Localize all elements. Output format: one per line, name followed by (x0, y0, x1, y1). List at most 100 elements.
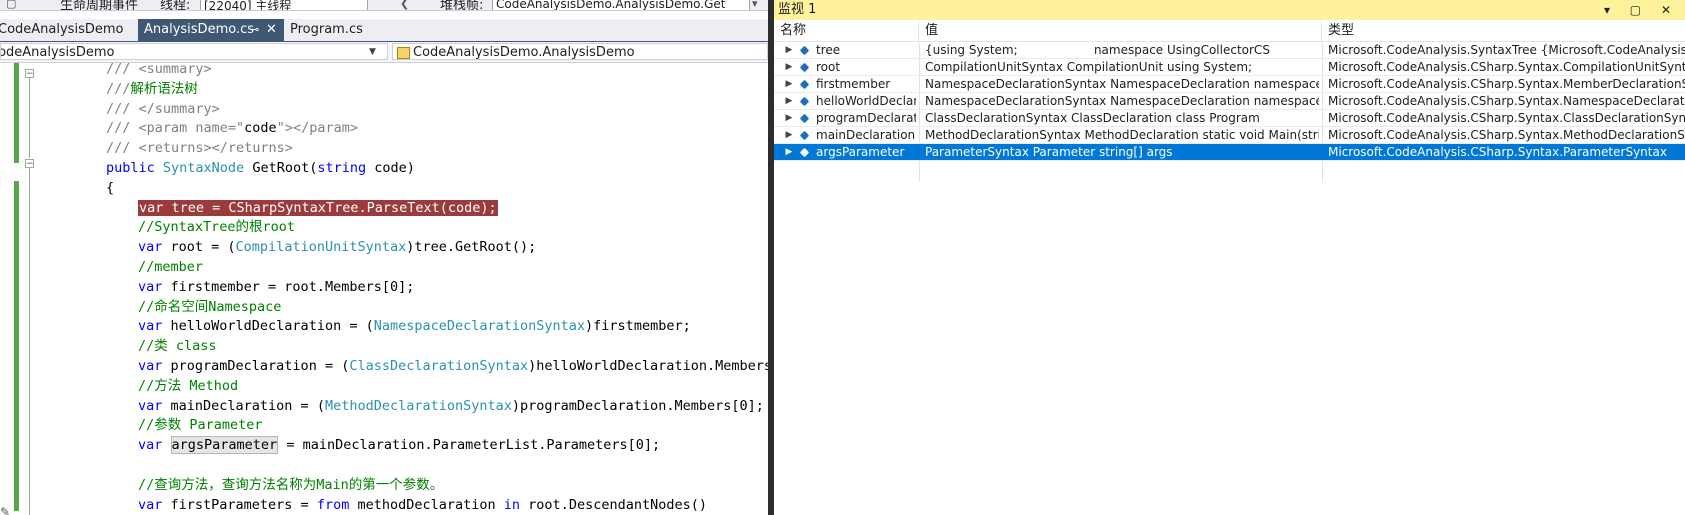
code-line[interactable]: public SyntaxNode GetRoot(string code) (106, 159, 415, 178)
code-token: )tree.GetRoot(); (406, 239, 537, 256)
watch-value[interactable]: CompilationUnitSyntax CompilationUnit us… (925, 59, 1319, 76)
code-token: )firstmember; (585, 318, 691, 335)
watch-row-helloWorldDeclarat[interactable]: ▶ helloWorldDeclarat NamespaceDeclarationS… (774, 93, 1685, 110)
code-line[interactable]: /// <returns></returns> (106, 139, 293, 158)
code-token: GetRoot( (244, 160, 318, 176)
watch-value[interactable]: MethodDeclarationSyntax MethodDeclaratio… (925, 127, 1319, 144)
column-header-type[interactable]: 类型 (1322, 21, 1685, 41)
code-line[interactable]: /// </summary> (106, 100, 220, 119)
fold-toggle[interactable]: − (25, 69, 34, 79)
code-line[interactable]: var tree = CSharpSyntaxTree.ParseText(co… (138, 199, 498, 218)
thread-label: 线程: (160, 0, 191, 11)
code-token: //member (138, 259, 204, 275)
code-line[interactable]: var mainDeclaration = (MethodDeclaration… (138, 397, 764, 416)
code-token: 解析语法树 (130, 80, 198, 97)
toolbar-overflow-icon[interactable]: ▾ (752, 0, 758, 10)
watch-row-mainDeclaration[interactable]: ▶ mainDeclaration MethodDeclarationSyntax … (774, 127, 1685, 144)
code-token: var tree = CSharpSyntaxTree.ParseText(co… (138, 199, 498, 216)
column-header-name[interactable]: 名称 (774, 21, 919, 41)
lifecycle-icon[interactable]: ▢ (6, 0, 16, 10)
pin-icon[interactable]: ⊸ (250, 19, 259, 41)
code-line[interactable]: var root = (CompilationUnitSyntax)tree.G… (138, 238, 536, 257)
code-line[interactable]: var programDeclaration = (ClassDeclarati… (138, 357, 768, 376)
watch-value[interactable]: NamespaceDeclarationSyntax NamespaceDecl… (925, 93, 1319, 110)
watch-row-root[interactable]: ▶ root CompilationUnitSyntax CompilationUn… (774, 59, 1685, 76)
lifecycle-events-label[interactable]: 生命周期事件 (60, 0, 138, 10)
watch-name[interactable]: argsParameter (816, 144, 916, 161)
tab-label: AnalysisDemo.cs (144, 22, 255, 37)
code-line[interactable]: //查询方法，查询方法名称为Main的第一个参数。 (138, 476, 443, 495)
object-icon (799, 42, 811, 59)
code-line[interactable]: var helloWorldDeclaration = (NamespaceDe… (138, 317, 691, 336)
watch-value[interactable]: NamespaceDeclarationSyntax NamespaceDecl… (925, 76, 1319, 93)
code-token: //SyntaxTree的根root (138, 219, 296, 236)
watch-type: Microsoft.CodeAnalysis.CSharp.Syntax.Cla… (1328, 111, 1685, 125)
code-token: //类 class (138, 338, 217, 355)
expand-arrow-icon[interactable]: ▶ (784, 110, 794, 127)
breakpoint-gutter[interactable] (0, 63, 14, 515)
watch-value[interactable]: {using System; namespace UsingCollectorC… (925, 42, 1319, 59)
stackframe-dropdown[interactable]: CodeAnalysisDemo.AnalysisDemo.Get (492, 0, 750, 10)
code-line[interactable]: ///解析语法树 (106, 80, 198, 99)
code-line[interactable]: var firstmember = root.Members[0]; (138, 278, 414, 297)
thread-dropdown[interactable]: [22040] 主线程 (200, 0, 368, 10)
code-line[interactable]: //命名空间Namespace (138, 298, 281, 317)
code-line[interactable]: var argsParameter = mainDeclaration.Para… (138, 436, 660, 455)
code-token: var (138, 496, 163, 513)
column-header-value[interactable]: 值 (919, 21, 1322, 41)
watch-window: 监视 1 ▾ ▢ ✕ 名称 值 类型 ▶ tree {using System; n… (774, 0, 1685, 515)
watch-name[interactable]: mainDeclaration (816, 127, 916, 144)
code-line[interactable]: //SyntaxTree的根root (138, 218, 295, 237)
expand-arrow-icon[interactable]: ▶ (784, 76, 794, 93)
watch-value[interactable]: ParameterSyntax Parameter string[] args (925, 144, 1319, 161)
expand-arrow-icon[interactable]: ▶ (784, 144, 794, 161)
code-token: NamespaceDeclarationSyntax (373, 318, 586, 335)
code-line[interactable]: /// <summary> (106, 63, 212, 79)
window-buttons[interactable]: ▾ ▢ ✕ (1604, 0, 1679, 20)
quick-action-icon[interactable]: ✎ (0, 505, 10, 515)
code-editor[interactable]: − − ✎ /// <summary>///解析语法树/// </summary… (0, 63, 768, 515)
tab-analysisdemo-cs[interactable]: AnalysisDemo.cs ⊸ ✕ (138, 19, 284, 41)
expand-arrow-icon[interactable]: ▶ (784, 93, 794, 110)
code-line[interactable]: var firstParameters = from methodDeclara… (138, 496, 707, 515)
watch-row-tree[interactable]: ▶ tree {using System; namespace UsingColle… (774, 42, 1685, 59)
watch-type: Microsoft.CodeAnalysis.CSharp.Syntax.Nam… (1328, 94, 1685, 108)
watch-type: Microsoft.CodeAnalysis.CSharp.Syntax.Mem… (1328, 77, 1685, 91)
change-bar (14, 63, 19, 163)
code-token: SyntaxNode (162, 160, 245, 176)
expand-arrow-icon[interactable]: ▶ (784, 42, 794, 59)
code-line[interactable]: //参数 Parameter (138, 416, 263, 435)
code-token: /// </summary> (106, 100, 220, 117)
code-line[interactable]: /// <param name="code"></param> (106, 119, 358, 138)
expand-arrow-icon[interactable]: ▶ (784, 127, 794, 144)
code-line[interactable]: //方法 Method (138, 377, 238, 396)
watch-name[interactable]: root (816, 59, 916, 76)
watch-type: Microsoft.CodeAnalysis.CSharp.Syntax.Met… (1328, 128, 1685, 142)
project-dropdown[interactable]: CodeAnalysisDemo ▼ (0, 43, 388, 60)
type-dropdown[interactable]: CodeAnalysisDemo.AnalysisDemo (392, 43, 768, 60)
back-icon[interactable]: ❮ (400, 0, 409, 10)
code-line[interactable]: //member (138, 258, 203, 277)
code-token: MethodDeclarationSyntax (324, 397, 512, 414)
watch-name[interactable]: helloWorldDeclarat (816, 93, 916, 110)
code-token: /// <summary> (106, 63, 212, 77)
code-token: var (138, 318, 163, 335)
tab-codeanalysisdemo[interactable]: CodeAnalysisDemo (0, 19, 138, 41)
watch-row-argsParameter[interactable]: ▶ argsParameter ParameterSyntax Parameter … (774, 144, 1685, 161)
watch-name[interactable]: tree (816, 42, 916, 59)
expand-arrow-icon[interactable]: ▶ (784, 59, 794, 76)
code-token: CompilationUnitSyntax (235, 239, 407, 256)
fold-toggle[interactable]: − (25, 159, 34, 169)
watch-row-programDeclaratio[interactable]: ▶ programDeclaratio ClassDeclarationSyntax… (774, 110, 1685, 127)
watch-name[interactable]: firstmember (816, 76, 916, 93)
close-icon[interactable]: ✕ (266, 19, 277, 41)
navigation-bar: CodeAnalysisDemo ▼ CodeAnalysisDemo.Anal… (0, 42, 768, 63)
tab-program-cs[interactable]: Program.cs (284, 19, 394, 41)
fold-line (29, 78, 30, 158)
code-token: /// (106, 80, 131, 97)
watch-name[interactable]: programDeclaratio (816, 110, 916, 127)
code-line[interactable]: { (106, 179, 114, 198)
code-line[interactable]: //类 class (138, 337, 217, 356)
watch-row-firstmember[interactable]: ▶ firstmember NamespaceDeclarationSyntax N… (774, 76, 1685, 93)
watch-value[interactable]: ClassDeclarationSyntax ClassDeclaration … (925, 110, 1319, 127)
